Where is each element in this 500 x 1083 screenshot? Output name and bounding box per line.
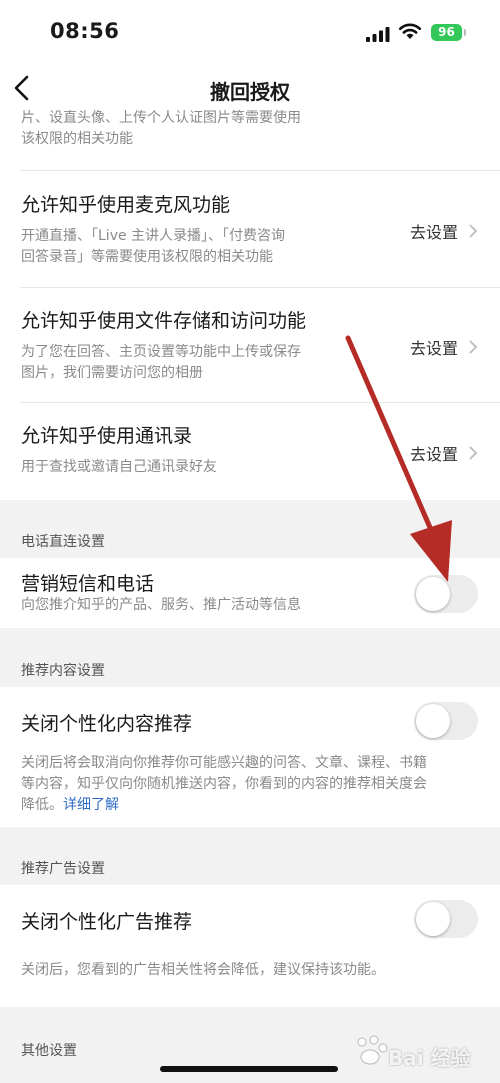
permission-desc: 用于查找或邀请自己通讯录好友	[21, 459, 217, 475]
permission-desc: 为了您在回答、主页设置等功能中上传或保存	[21, 344, 301, 360]
nav-bar: 撤回授权	[0, 62, 500, 114]
status-bar: 08:56 96	[0, 0, 500, 62]
content-recommend-item: 关闭个性化内容推荐 关闭后将会取消向你推荐你可能感兴趣的问答、文章、课程、书籍 …	[0, 687, 500, 827]
permission-desc: 开通直播、「Live 主讲人录播」、「付费咨询	[21, 228, 286, 244]
setting-desc-last: 降低。详细了解	[21, 795, 119, 816]
section-header-ads: 推荐广告设置	[21, 861, 105, 877]
setting-title: 关闭个性化广告推荐	[21, 911, 193, 933]
partial-desc-line2: 该权限的相关功能	[21, 131, 133, 147]
permission-title: 允许知乎使用通讯录	[21, 425, 193, 447]
page-title: 撤回授权	[210, 80, 290, 104]
wifi-icon	[398, 23, 422, 39]
setting-title: 营销短信和电话	[21, 573, 155, 595]
permission-desc: 图片，我们需要访问您的相册	[21, 365, 203, 381]
ad-recommend-toggle[interactable]	[414, 900, 478, 938]
setting-title: 关闭个性化内容推荐	[21, 713, 193, 735]
ad-recommend-item: 关闭个性化广告推荐 关闭后，您看到的广告相关性将会降低，建议保持该功能。	[0, 885, 500, 1007]
setting-desc: 关闭后将会取消向你推荐你可能感兴趣的问答、文章、课程、书籍	[21, 755, 427, 771]
setting-desc: 关闭后，您看到的广告相关性将会降低，建议保持该功能。	[21, 962, 385, 978]
go-settings-button[interactable]: 去设置	[410, 219, 478, 243]
permission-title: 允许知乎使用麦克风功能	[21, 194, 231, 216]
permission-desc: 回答录音」等需要使用该权限的相关功能	[21, 249, 273, 265]
home-indicator[interactable]	[160, 1066, 338, 1072]
setting-desc-tail: 降低。	[21, 797, 63, 813]
cellular-signal-icon	[366, 27, 390, 42]
watermark: Bai 经验	[350, 1028, 490, 1076]
annotation-arrow-icon	[345, 335, 452, 582]
divider	[20, 170, 500, 171]
paw-icon	[357, 1035, 388, 1065]
go-settings-label: 去设置	[409, 223, 458, 242]
content-recommend-toggle[interactable]	[414, 702, 478, 740]
divider	[20, 287, 500, 288]
setting-desc: 向您推介知乎的产品、服务、推广活动等信息	[21, 597, 301, 613]
partial-permission-item: 片、设直头像、上传个人认证图片等需要使用 该权限的相关功能	[0, 110, 500, 170]
permission-title: 允许知乎使用文件存储和访问功能	[21, 310, 307, 332]
section-header-phone: 电话直连设置	[21, 534, 105, 550]
watermark-text: Bai 经验	[388, 1046, 471, 1070]
section-header-content: 推荐内容设置	[21, 663, 105, 679]
toggle-knob	[416, 902, 450, 936]
setting-desc: 等内容，知乎仅向你随机推送内容，你看到的内容的推荐相关度会	[21, 776, 427, 792]
status-time: 08:56	[50, 19, 120, 43]
section-header-other: 其他设置	[21, 1043, 77, 1059]
battery-icon: 96	[431, 24, 466, 41]
chevron-right-icon	[469, 224, 478, 238]
learn-more-link[interactable]: 详细了解	[63, 797, 119, 813]
battery-level: 96	[438, 25, 455, 39]
toggle-knob	[416, 704, 450, 738]
partial-desc-line1: 片、设直头像、上传个人认证图片等需要使用	[21, 110, 301, 126]
